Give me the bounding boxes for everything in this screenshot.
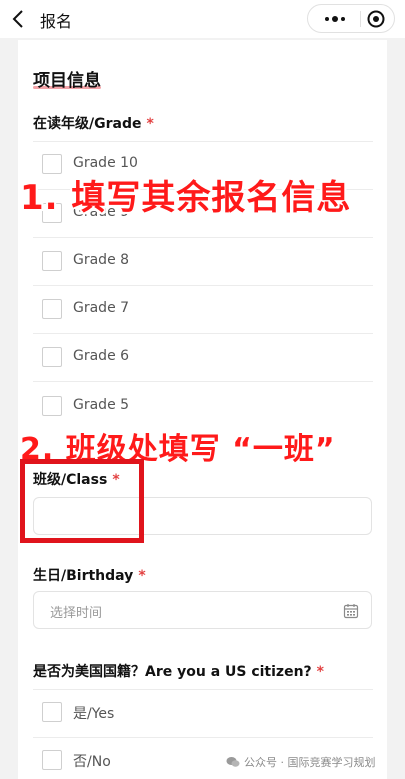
birthday-placeholder: 选择时间 bbox=[50, 606, 103, 621]
annotation-step-1: 1. 填写其余报名信息 bbox=[20, 178, 352, 218]
divider bbox=[33, 689, 373, 690]
checkbox[interactable] bbox=[42, 702, 62, 722]
wechat-icon bbox=[226, 757, 240, 767]
required-mark: * bbox=[316, 664, 324, 680]
back-arrow-icon[interactable] bbox=[12, 9, 24, 29]
watermark-text: 公众号 · 国际竞赛学习规划 bbox=[244, 756, 376, 769]
close-circle-icon[interactable] bbox=[367, 10, 385, 28]
citizen-label: 是否为美国国籍？Are you a US citizen? * bbox=[33, 664, 324, 680]
capsule-divider bbox=[360, 11, 361, 27]
top-nav-bar: 报名 bbox=[0, 0, 405, 38]
more-dots-icon[interactable] bbox=[320, 5, 350, 32]
checkbox[interactable] bbox=[42, 251, 62, 271]
mini-program-capsule bbox=[307, 4, 395, 33]
highlight-box bbox=[20, 459, 144, 543]
divider bbox=[33, 737, 373, 738]
divider bbox=[33, 381, 373, 382]
calendar-icon bbox=[343, 604, 359, 619]
section-title: 项目信息 bbox=[33, 71, 101, 91]
watermark: 公众号 · 国际竞赛学习规划 bbox=[226, 754, 376, 770]
birthday-picker[interactable]: 选择时间 bbox=[33, 591, 372, 629]
birthday-label: 生日/Birthday * bbox=[33, 568, 146, 584]
required-mark: * bbox=[146, 116, 154, 132]
checkbox[interactable] bbox=[42, 750, 62, 770]
required-mark: * bbox=[138, 568, 146, 584]
divider bbox=[33, 285, 373, 286]
page-title: 报名 bbox=[40, 12, 73, 31]
checkbox[interactable] bbox=[42, 396, 62, 416]
checkbox[interactable] bbox=[42, 299, 62, 319]
divider bbox=[33, 333, 373, 334]
divider bbox=[33, 141, 373, 142]
checkbox[interactable] bbox=[42, 347, 62, 367]
divider bbox=[33, 237, 373, 238]
grade-label: 在读年级/Grade * bbox=[33, 116, 154, 132]
